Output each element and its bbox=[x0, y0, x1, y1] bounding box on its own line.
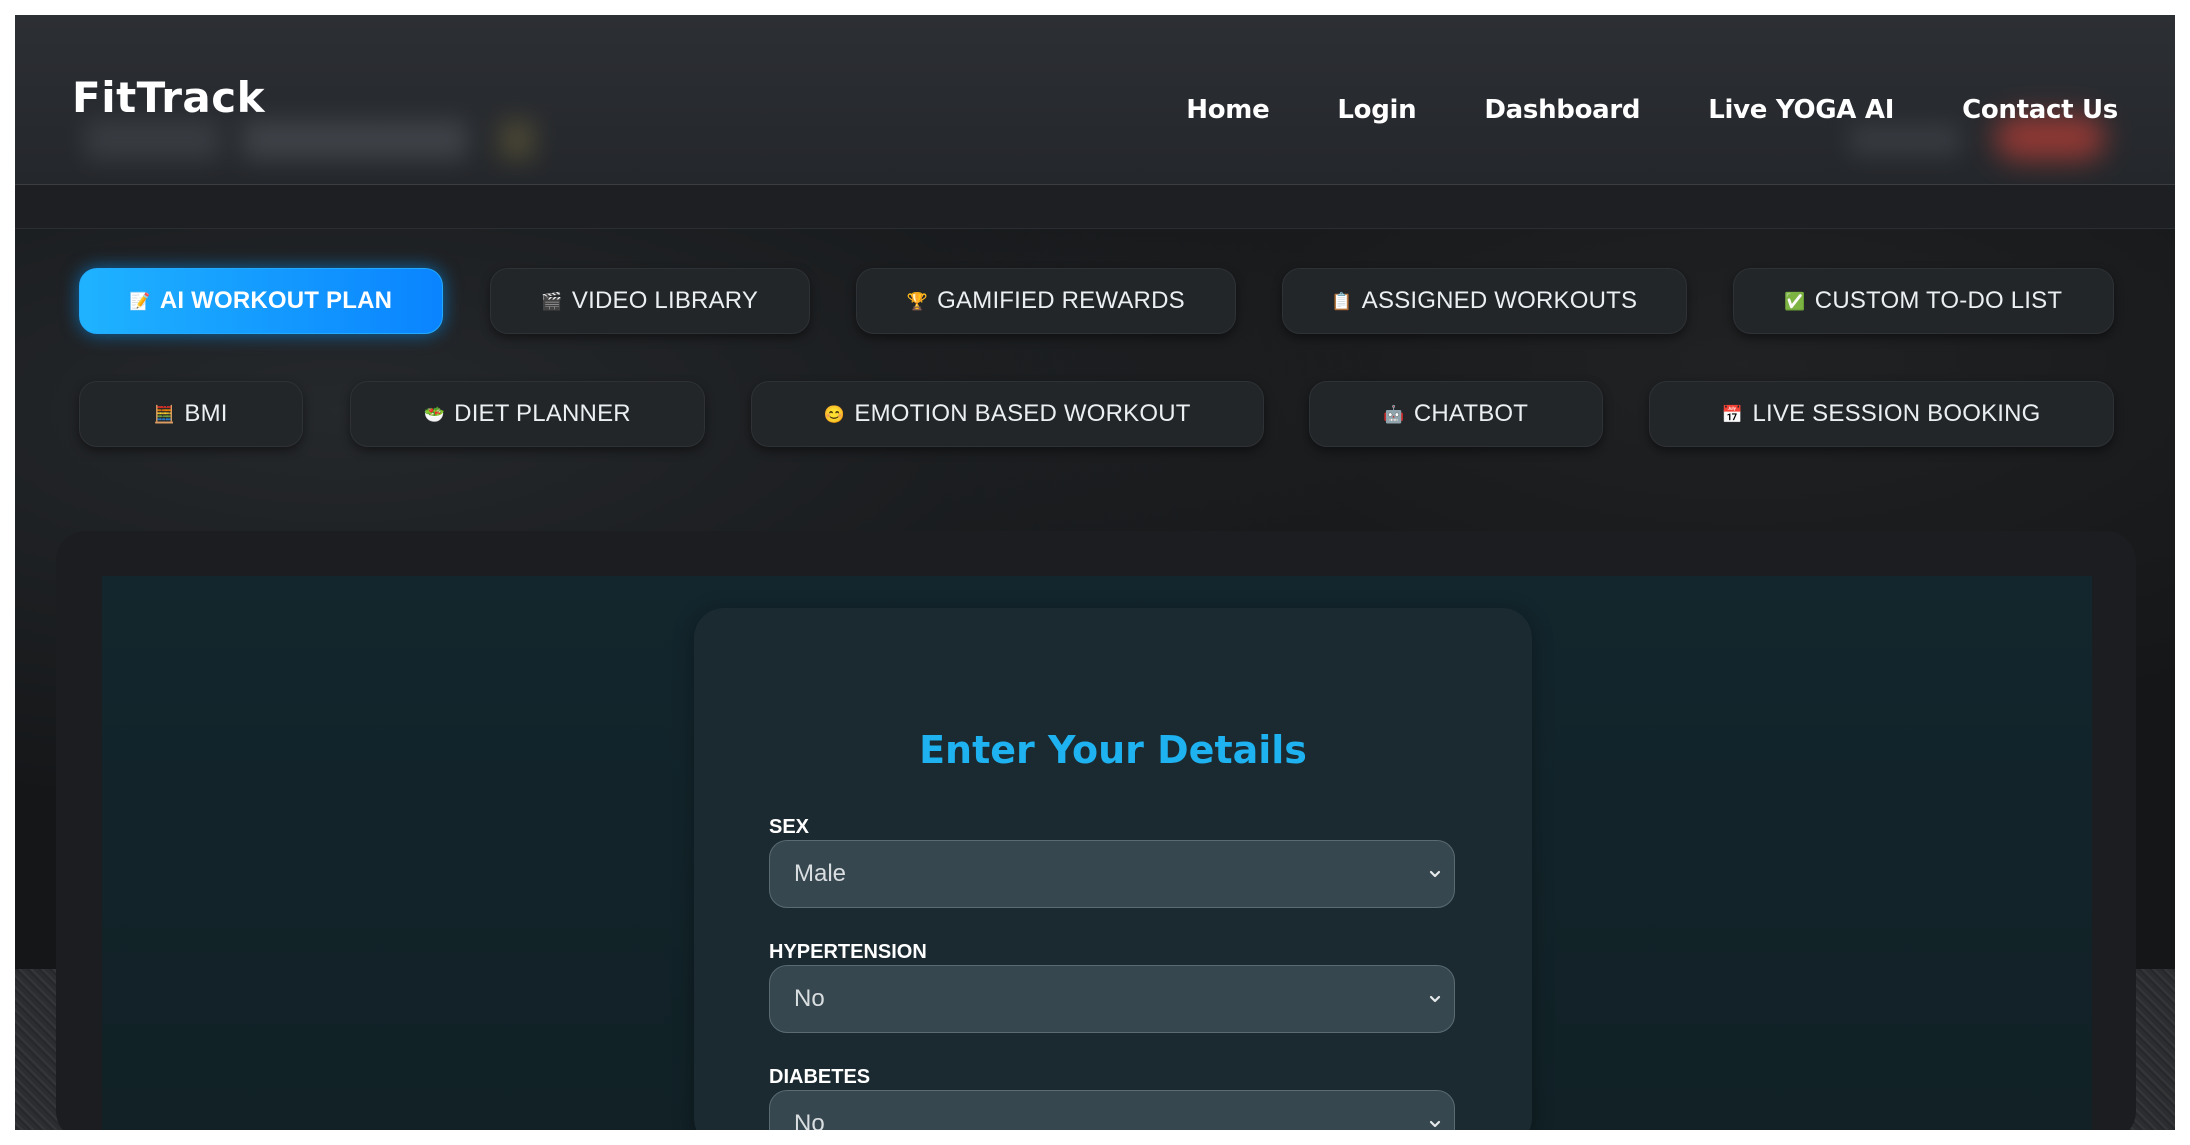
brand-logo[interactable]: FitTrack bbox=[72, 73, 265, 122]
diabetes-label: DIABETES bbox=[769, 1066, 871, 1088]
hypertension-select[interactable]: No bbox=[769, 965, 1455, 1033]
tab-chatbot[interactable]: 🤖 CHATBOT bbox=[1309, 381, 1603, 447]
hypertension-value: No bbox=[794, 985, 825, 1012]
form-title: Enter Your Details bbox=[919, 728, 1307, 772]
memo-icon: 📝 bbox=[129, 291, 151, 311]
details-form-card: Enter Your Details SEX Male HYPERTENSION… bbox=[694, 608, 1532, 1130]
navbar: FitTrack Home Login Dashboard Live YOGA … bbox=[15, 15, 2175, 185]
sub-bar bbox=[15, 185, 2175, 229]
sex-label: SEX bbox=[769, 816, 810, 838]
tab-video-library[interactable]: 🎬 VIDEO LIBRARY bbox=[490, 268, 810, 334]
tab-label: VIDEO LIBRARY bbox=[571, 287, 759, 314]
hypertension-label: HYPERTENSION bbox=[769, 941, 927, 963]
tab-label: LIVE SESSION BOOKING bbox=[1752, 400, 2041, 427]
tab-label: CUSTOM TO-DO LIST bbox=[1814, 287, 2063, 314]
tab-label: AI WORKOUT PLAN bbox=[159, 287, 393, 314]
tab-label: ASSIGNED WORKOUTS bbox=[1361, 287, 1638, 314]
nav-link-dashboard[interactable]: Dashboard bbox=[1484, 95, 1640, 125]
nav-link-login[interactable]: Login bbox=[1337, 95, 1416, 125]
tab-label: EMOTION BASED WORKOUT bbox=[854, 400, 1191, 427]
chevron-down-icon bbox=[1429, 870, 1441, 878]
blurred-nav-element bbox=[1850, 125, 1960, 155]
tab-live-session-booking[interactable]: 📅 LIVE SESSION BOOKING bbox=[1649, 381, 2114, 447]
tab-gamified-rewards[interactable]: 🏆 GAMIFIED REWARDS bbox=[856, 268, 1236, 334]
feature-tabs-row-2: 🧮 BMI 🥗 DIET PLANNER 😊 EMOTION BASED WOR… bbox=[15, 381, 2175, 449]
nav-link-live-yoga-ai[interactable]: Live YOGA AI bbox=[1708, 95, 1894, 125]
feature-tabs-row-1: 📝 AI WORKOUT PLAN 🎬 VIDEO LIBRARY 🏆 GAMI… bbox=[15, 268, 2175, 336]
tab-custom-todo-list[interactable]: ✅ CUSTOM TO-DO LIST bbox=[1733, 268, 2114, 334]
clapper-icon: 🎬 bbox=[541, 291, 563, 311]
check-icon: ✅ bbox=[1784, 291, 1806, 311]
tab-emotion-based-workout[interactable]: 😊 EMOTION BASED WORKOUT bbox=[751, 381, 1264, 447]
robot-icon: 🤖 bbox=[1383, 404, 1405, 424]
nav-link-contact-us[interactable]: Contact Us bbox=[1962, 95, 2118, 125]
diabetes-value: No bbox=[794, 1110, 825, 1130]
tab-assigned-workouts[interactable]: 📋 ASSIGNED WORKOUTS bbox=[1282, 268, 1687, 334]
trophy-icon: 🏆 bbox=[906, 291, 928, 311]
abacus-icon: 🧮 bbox=[153, 404, 176, 424]
nav-link-home[interactable]: Home bbox=[1186, 95, 1269, 125]
tab-label: GAMIFIED REWARDS bbox=[937, 287, 1185, 314]
chevron-down-icon bbox=[1429, 1120, 1441, 1128]
tab-label: BMI bbox=[184, 400, 228, 427]
smile-icon: 😊 bbox=[823, 404, 846, 424]
tab-label: CHATBOT bbox=[1413, 400, 1529, 427]
clipboard-icon: 📋 bbox=[1331, 291, 1353, 311]
blurred-tagline bbox=[85, 120, 535, 160]
nav-links: Home Login Dashboard Live YOGA AI Contac… bbox=[1186, 95, 2118, 125]
diabetes-select[interactable]: No bbox=[769, 1090, 1455, 1130]
sex-value: Male bbox=[794, 860, 847, 887]
salad-icon: 🥗 bbox=[423, 404, 445, 424]
app-window: FitTrack Home Login Dashboard Live YOGA … bbox=[15, 15, 2175, 1130]
chevron-down-icon bbox=[1429, 995, 1441, 1003]
tab-bmi[interactable]: 🧮 BMI bbox=[79, 381, 303, 447]
tab-ai-workout-plan[interactable]: 📝 AI WORKOUT PLAN bbox=[79, 268, 443, 334]
sex-select[interactable]: Male bbox=[769, 840, 1455, 908]
calendar-icon: 📅 bbox=[1721, 404, 1744, 424]
tab-label: DIET PLANNER bbox=[454, 400, 631, 427]
tab-diet-planner[interactable]: 🥗 DIET PLANNER bbox=[350, 381, 705, 447]
